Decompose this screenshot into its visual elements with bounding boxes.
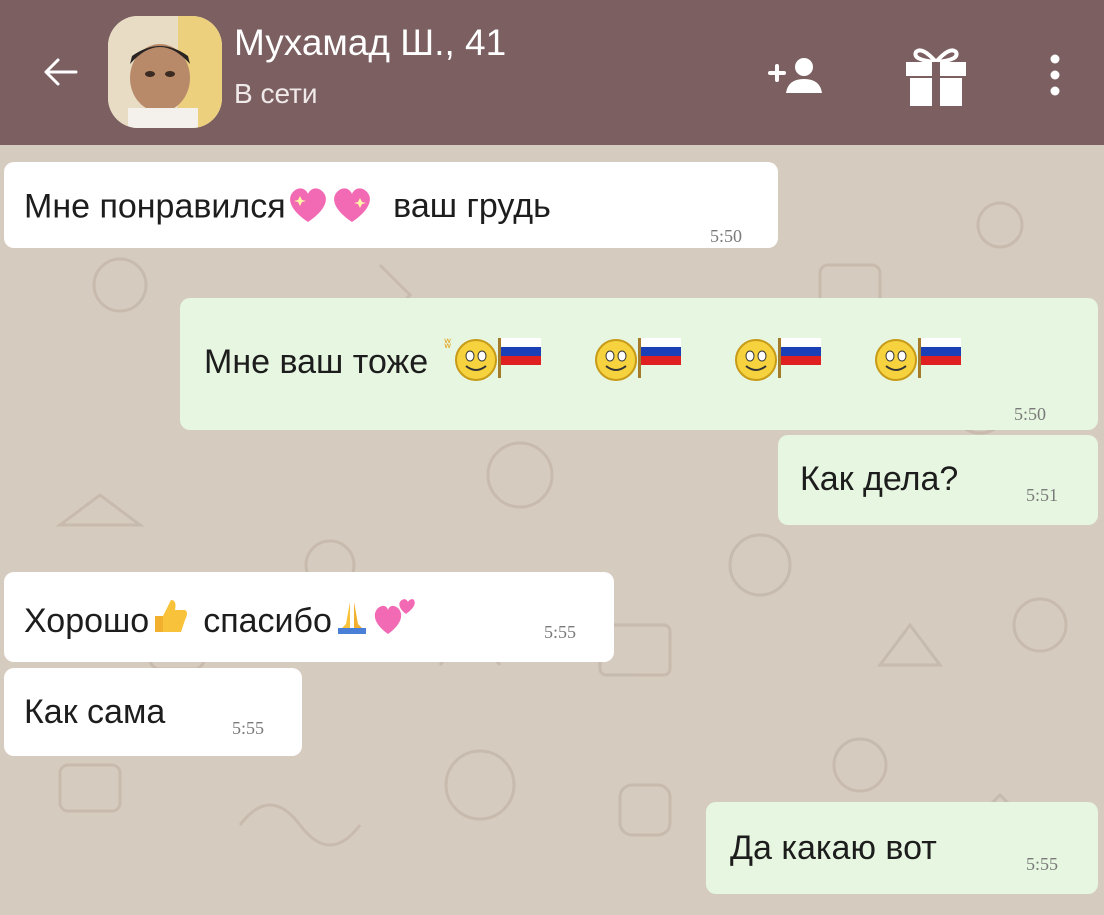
wallpaper-doodles xyxy=(38,183,1068,847)
message-text: Как дела? xyxy=(800,460,959,498)
message-time: 5:50 xyxy=(710,226,743,246)
message-time: 5:55 xyxy=(544,622,577,642)
message-text: Мне ваш тоже xyxy=(204,342,429,381)
back-button[interactable] xyxy=(32,44,88,100)
message-bubble[interactable]: Мне понравился ваш грудь 5:50 xyxy=(4,162,778,248)
message-text: Как сама xyxy=(24,693,166,731)
avatar[interactable] xyxy=(108,16,222,128)
folded-hands-emoji xyxy=(332,596,372,645)
message-text: Мне понравился xyxy=(24,187,286,226)
add-user-icon xyxy=(768,58,822,93)
back-arrow-icon xyxy=(44,58,78,86)
message-bubble[interactable]: Как дела? 5:51 xyxy=(778,435,1098,525)
add-user-button[interactable] xyxy=(756,40,836,110)
message-time: 5:50 xyxy=(1014,404,1047,424)
message-bubble[interactable]: Мне ваш тоже ʬ 5:50 xyxy=(180,298,1098,430)
sparkling-heart-emoji xyxy=(330,184,374,233)
two-hearts-emoji xyxy=(372,596,416,645)
sparkling-heart-emoji xyxy=(286,184,330,233)
message-time: 5:51 xyxy=(1026,485,1059,505)
thumbs-up-emoji xyxy=(149,596,189,645)
gift-button[interactable] xyxy=(888,40,984,110)
more-options-button[interactable] xyxy=(1030,40,1080,110)
waving-smiley-russian-flag-emoji xyxy=(584,332,684,391)
avatar-photo xyxy=(108,16,222,128)
chat-header: Мухамад Ш., 41 В сети xyxy=(0,0,1104,145)
message-bubble[interactable]: Да какаю вот 5:55 xyxy=(706,802,1098,894)
message-list[interactable]: Мне понравился ваш грудь 5:50 Мне ваш то… xyxy=(0,145,1104,915)
message-time: 5:55 xyxy=(1026,854,1059,874)
message-bubble[interactable]: Хорошо спасибо 5:55 xyxy=(4,572,614,662)
message-text: Да какаю вот xyxy=(730,829,937,867)
more-vert-icon xyxy=(1050,54,1060,96)
message-bubble[interactable]: Как сама 5:55 xyxy=(4,668,302,756)
contact-name[interactable]: Мухамад Ш., 41 xyxy=(234,22,506,64)
online-status: В сети xyxy=(234,78,318,109)
svg-text:ʬ: ʬ xyxy=(444,336,451,352)
message-text: Хорошо xyxy=(24,601,150,640)
message-text-continued: спасибо xyxy=(203,601,332,640)
gift-icon xyxy=(906,48,966,106)
message-text-continued: ваш грудь xyxy=(393,187,551,226)
waving-smiley-russian-flag-emoji: ʬ xyxy=(444,332,544,391)
waving-smiley-russian-flag-emoji xyxy=(724,332,824,391)
message-time: 5:55 xyxy=(232,718,265,738)
waving-smiley-russian-flag-emoji xyxy=(864,332,964,391)
